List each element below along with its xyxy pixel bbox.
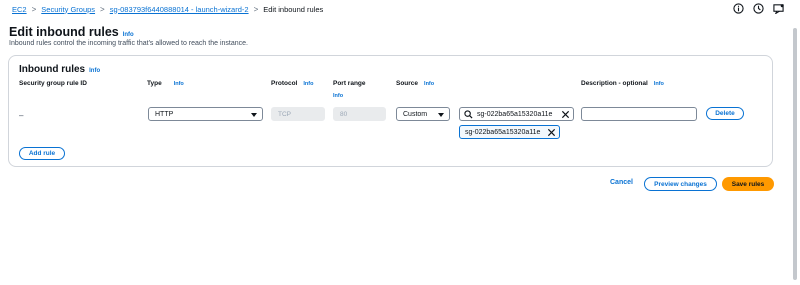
breadcrumb-ec2[interactable]: EC2 xyxy=(12,5,27,14)
protocol-value: TCP xyxy=(278,110,291,118)
column-label: Protocol xyxy=(271,80,298,87)
column-label: Source xyxy=(396,80,419,87)
port-range-field: 80 xyxy=(333,107,386,121)
notifications-icon[interactable] xyxy=(772,2,784,14)
breadcrumb: EC2 > Security Groups > sg-083793f644088… xyxy=(0,0,800,18)
top-icon-group xyxy=(732,2,784,14)
type-select[interactable]: HTTP xyxy=(148,107,263,121)
source-search-input[interactable]: sg-022ba65a15320a11e xyxy=(459,107,574,121)
close-icon[interactable] xyxy=(547,128,556,137)
rule-id-value: – xyxy=(19,111,24,120)
page-description: Inbound rules control the incoming traff… xyxy=(9,40,248,47)
port-range-value: 80 xyxy=(340,110,348,118)
source-token: sg-022ba65a15320a11e xyxy=(459,125,560,139)
page-title: Edit inbound rules xyxy=(9,25,119,39)
history-icon[interactable] xyxy=(752,2,764,14)
chevron-right-icon: > xyxy=(100,4,105,14)
save-rules-button[interactable]: Save rules xyxy=(722,177,774,191)
add-rule-button[interactable]: Add rule xyxy=(19,147,65,160)
column-label: Description - optional xyxy=(581,80,648,87)
column-header-description: Description - optional Info xyxy=(581,80,664,87)
delete-rule-button[interactable]: Delete xyxy=(706,107,744,120)
caret-down-icon xyxy=(251,113,257,117)
breadcrumb-security-groups[interactable]: Security Groups xyxy=(41,5,95,14)
source-search-value: sg-022ba65a15320a11e xyxy=(477,110,553,118)
chevron-right-icon: > xyxy=(31,4,37,14)
panel-info-link[interactable]: Info xyxy=(89,68,100,74)
caret-down-icon xyxy=(438,113,444,117)
description-input[interactable] xyxy=(581,107,697,121)
breadcrumb-current: Edit inbound rules xyxy=(263,4,324,14)
inbound-rules-panel: Inbound rules Info Security group rule I… xyxy=(8,55,773,167)
page-header: Edit inbound rules Info xyxy=(9,25,134,39)
search-icon xyxy=(464,109,473,119)
column-header-type: Type Info xyxy=(147,80,184,87)
source-token-label: sg-022ba65a15320a11e xyxy=(465,128,541,136)
source-select[interactable]: Custom xyxy=(396,107,450,121)
panel-title: Inbound rules xyxy=(19,64,86,75)
column-header-port-range: Port range Info xyxy=(333,80,366,99)
preview-changes-button[interactable]: Preview changes xyxy=(644,177,717,191)
source-info-link[interactable]: Info xyxy=(424,81,434,87)
port-range-info-link[interactable]: Info xyxy=(333,93,343,99)
column-label: Port range xyxy=(333,80,366,87)
info-circle-icon[interactable] xyxy=(732,2,744,14)
breadcrumb-security-group[interactable]: sg-083793f6440888014 - launch-wizard-2 xyxy=(110,5,249,14)
source-select-value: Custom xyxy=(403,110,428,118)
type-select-value: HTTP xyxy=(155,110,174,118)
column-header-protocol: Protocol Info xyxy=(271,80,313,87)
page-info-link[interactable]: Info xyxy=(123,32,134,38)
cancel-button[interactable]: Cancel xyxy=(610,179,633,186)
page-scrollbar[interactable] xyxy=(793,28,797,280)
column-label: Type xyxy=(147,80,162,87)
type-info-link[interactable]: Info xyxy=(174,81,184,87)
protocol-field: TCP xyxy=(271,107,325,121)
close-icon[interactable] xyxy=(561,110,570,119)
chevron-right-icon: > xyxy=(253,4,259,14)
protocol-info-link[interactable]: Info xyxy=(303,81,313,87)
column-header-source: Source Info xyxy=(396,80,434,87)
description-info-link[interactable]: Info xyxy=(654,81,664,87)
panel-header: Inbound rules Info xyxy=(19,64,100,75)
column-header-rule-id: Security group rule ID xyxy=(19,80,87,87)
column-label: Security group rule ID xyxy=(19,80,87,87)
